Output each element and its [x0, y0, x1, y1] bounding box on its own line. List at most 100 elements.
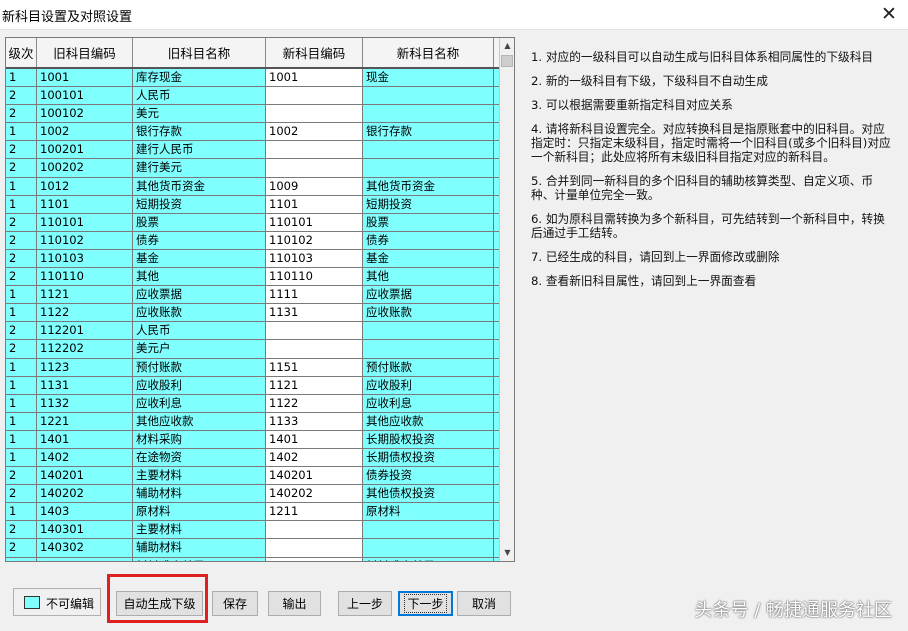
cell-new-name — [363, 105, 494, 124]
cell-new-code[interactable]: 1009 — [266, 177, 363, 196]
cell-old-code: 1221 — [37, 412, 133, 431]
cell-new-code[interactable] — [266, 322, 363, 341]
cell-new-code[interactable] — [266, 87, 363, 106]
cell-old-name: 预付账款 — [133, 358, 266, 377]
column-header-new-name[interactable]: 新科目名称 — [363, 38, 494, 67]
cell-old-name: 短期投资 — [133, 195, 266, 214]
cell-new-code[interactable]: 1211 — [266, 503, 363, 522]
cell-level: 1 — [6, 177, 37, 196]
cell-new-name — [363, 521, 494, 540]
cell-old-code: 140201 — [37, 467, 133, 486]
cell-level: 2 — [6, 521, 37, 540]
cell-new-code[interactable]: 1151 — [266, 358, 363, 377]
cell-new-code[interactable]: 110101 — [266, 213, 363, 232]
table-row[interactable]: 2 140201 主要材料 140201 债券投资 — [6, 467, 499, 486]
table-row[interactable]: 1 1121 应收票据 1111 应收票据 — [6, 286, 499, 305]
cell-new-code[interactable]: 1133 — [266, 412, 363, 431]
table-row[interactable]: 1 1123 预付账款 1151 预付账款 — [6, 358, 499, 377]
cell-old-code: 140301 — [37, 521, 133, 540]
cell-new-code[interactable]: 1131 — [266, 304, 363, 323]
cell-new-code[interactable] — [266, 521, 363, 540]
scroll-down-icon[interactable]: ▼ — [500, 545, 514, 561]
table-row[interactable]: 2 110101 股票 110101 股票 — [6, 213, 499, 232]
cell-new-name: 银行存款 — [363, 123, 494, 142]
cell-new-code[interactable]: 110103 — [266, 249, 363, 269]
cell-new-code[interactable]: 110110 — [266, 268, 363, 287]
cell-old-code: 1403 — [37, 503, 133, 522]
cell-level: 1 — [6, 503, 37, 522]
cell-new-code[interactable]: 1101 — [266, 195, 363, 214]
cell-old-code: 1002 — [37, 123, 133, 142]
cell-old-code: 140202 — [37, 485, 133, 504]
table-row[interactable]: 2 110103 基金 110103 基金 — [6, 249, 499, 269]
table-row[interactable]: 1 1401 材料采购 1401 长期股权投资 — [6, 430, 499, 449]
cell-old-code: 110110 — [37, 268, 133, 287]
table-row[interactable]: 1 1403 原材料 1211 原材料 — [6, 503, 499, 522]
cell-new-name: 其他货币资金 — [363, 177, 494, 196]
cell-old-code: 1132 — [37, 394, 133, 413]
next-step-button[interactable]: 下一步 — [398, 591, 453, 616]
cell-new-code[interactable]: 110102 — [266, 231, 363, 250]
column-header-level[interactable]: 级次 — [6, 38, 37, 67]
table-row[interactable]: 2 112201 人民币 — [6, 322, 499, 341]
cell-new-code[interactable] — [266, 340, 363, 359]
cell-new-code[interactable]: 1002 — [266, 123, 363, 142]
cancel-button[interactable]: 取消 — [457, 591, 511, 616]
table-row[interactable]: 1 1012 其他货币资金 1009 其他货币资金 — [6, 177, 499, 196]
save-button[interactable]: 保存 — [212, 591, 258, 616]
table-row[interactable]: 1 1402 在途物资 1402 长期债权投资 — [6, 448, 499, 468]
cell-new-name: 原材料 — [363, 503, 494, 522]
cell-level: 1 — [6, 394, 37, 413]
cell-new-code[interactable] — [266, 141, 363, 160]
auto-generate-button[interactable]: 自动生成下级 — [116, 591, 203, 616]
cell-new-code[interactable]: 1401 — [266, 430, 363, 449]
cell-new-code[interactable] — [266, 539, 363, 558]
table-row[interactable]: 2 140302 辅助材料 — [6, 539, 499, 558]
cell-level: 1 — [6, 286, 37, 305]
table-row[interactable]: 11404材料成本差异1232材料成本差异 — [6, 557, 499, 561]
cell-old-name: 在途物资 — [133, 448, 266, 468]
cell-old-name: 应收股利 — [133, 376, 266, 395]
table-row[interactable]: 2 100102 美元 — [6, 105, 499, 124]
table-row[interactable]: 1 1002 银行存款 1002 银行存款 — [6, 123, 499, 142]
table-row[interactable]: 2 110102 债券 110102 债券 — [6, 231, 499, 250]
table-row[interactable]: 2 100201 建行人民币 — [6, 141, 499, 160]
table-row[interactable]: 1 1001 库存现金 1001 现金 — [6, 69, 499, 88]
cell-old-code: 112201 — [37, 322, 133, 341]
cell-new-code[interactable]: 1232 — [266, 557, 363, 561]
export-button[interactable]: 输出 — [268, 591, 321, 616]
table-row[interactable]: 2 112202 美元户 — [6, 340, 499, 359]
cell-new-code[interactable]: 1122 — [266, 394, 363, 413]
table-row[interactable]: 1 1131 应收股利 1121 应收股利 — [6, 376, 499, 395]
table-row[interactable]: 1 1101 短期投资 1101 短期投资 — [6, 195, 499, 214]
cell-new-code[interactable]: 1001 — [266, 69, 363, 88]
scroll-up-icon[interactable]: ▲ — [500, 38, 514, 54]
close-icon[interactable]: ✕ — [876, 2, 902, 26]
scroll-thumb[interactable] — [501, 55, 513, 67]
watermark-text: 头条号 / 畅捷通服务社区 — [694, 600, 892, 621]
table-row[interactable]: 2 100101 人民币 — [6, 87, 499, 106]
column-header-old-name[interactable]: 旧科目名称 — [133, 38, 266, 67]
cell-level: 2 — [6, 141, 37, 160]
cell-new-code[interactable] — [266, 159, 363, 178]
column-header-new-code[interactable]: 新科目编码 — [266, 38, 363, 67]
cell-new-code[interactable]: 1121 — [266, 376, 363, 395]
prev-step-button[interactable]: 上一步 — [338, 591, 392, 616]
cell-level: 1 — [6, 123, 37, 142]
table-row[interactable]: 1 1221 其他应收款 1133 其他应收款 — [6, 412, 499, 431]
table-row[interactable]: 2 100202 建行美元 — [6, 159, 499, 178]
column-header-old-code[interactable]: 旧科目编码 — [37, 38, 133, 67]
cell-new-code[interactable]: 140202 — [266, 485, 363, 504]
table-row[interactable]: 2 140202 辅助材料 140202 其他债权投资 — [6, 485, 499, 504]
cell-old-name: 主要材料 — [133, 521, 266, 540]
instruction-note: 5. 合并到同一新科目的多个旧科目的辅助核算类型、自定义项、币种、计量单位完全一… — [531, 174, 874, 202]
table-row[interactable]: 2 140301 主要材料 — [6, 521, 499, 540]
cell-new-code[interactable]: 1111 — [266, 286, 363, 305]
table-row[interactable]: 1 1122 应收账款 1131 应收账款 — [6, 304, 499, 323]
cell-new-code[interactable]: 1402 — [266, 448, 363, 468]
vertical-scrollbar[interactable]: ▲ ▼ — [499, 38, 514, 561]
table-row[interactable]: 1 1132 应收利息 1122 应收利息 — [6, 394, 499, 413]
table-row[interactable]: 2 110110 其他 110110 其他 — [6, 268, 499, 287]
cell-new-code[interactable] — [266, 105, 363, 124]
cell-new-code[interactable]: 140201 — [266, 467, 363, 486]
